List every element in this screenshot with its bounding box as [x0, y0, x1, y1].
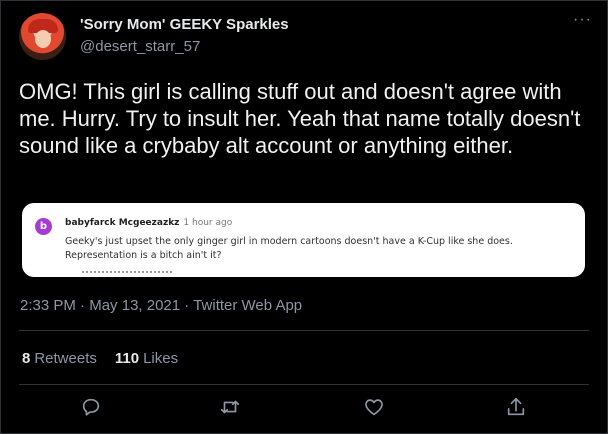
- retweets-stat[interactable]: 8 Retweets: [22, 350, 97, 367]
- author-display-name[interactable]: 'Sorry Mom' GEEKY Sparkles: [80, 16, 289, 33]
- tweet-header: 'Sorry Mom' GEEKY Sparkles @desert_starr…: [19, 12, 592, 63]
- tweet-time[interactable]: 2:33 PM: [20, 297, 76, 314]
- comment-age: 1 hour ago: [183, 218, 233, 228]
- comment-avatar: b: [35, 218, 52, 235]
- tweet-date[interactable]: May 13, 2021: [89, 297, 180, 314]
- likes-label: Likes: [143, 350, 179, 367]
- avatar-face: [35, 30, 51, 48]
- retweet-icon[interactable]: [219, 396, 241, 418]
- share-icon[interactable]: [505, 396, 527, 418]
- more-dots-icon[interactable]: ···: [573, 12, 592, 28]
- comment-author: babyfarck Mcgeezazkz: [65, 218, 180, 228]
- cropped-text-edge: [82, 271, 172, 277]
- meta-separator: ·: [80, 297, 86, 314]
- reply-icon[interactable]: [80, 396, 102, 418]
- tweet-timestamp: 2:33 PM · May 13, 2021 · Twitter Web App: [20, 297, 302, 314]
- divider: [19, 384, 589, 385]
- author-handle[interactable]: @desert_starr_57: [80, 38, 200, 55]
- action-bar: [0, 396, 608, 426]
- embedded-screenshot[interactable]: b babyfarck Mcgeezazkz 1 hour ago Geeky's…: [22, 203, 585, 277]
- author-avatar[interactable]: [19, 13, 66, 60]
- tweet-source[interactable]: Twitter Web App: [193, 297, 302, 314]
- comment-text-line-2: Representation is a bitch ain't it?: [65, 250, 222, 261]
- comment-text-line-1: Geeky's just upset the only ginger girl …: [65, 236, 513, 247]
- heart-icon[interactable]: [363, 396, 385, 418]
- divider: [19, 330, 589, 331]
- tweet-text: OMG! This girl is calling stuff out and …: [19, 79, 581, 158]
- comment-author-line: babyfarck Mcgeezazkz 1 hour ago: [65, 218, 232, 228]
- tweet-stats: 8 Retweets 110 Likes: [22, 350, 178, 367]
- retweets-count: 8: [22, 350, 31, 367]
- likes-count: 110: [114, 350, 140, 367]
- likes-stat[interactable]: 110 Likes: [115, 350, 178, 367]
- meta-separator: ·: [184, 297, 190, 314]
- retweets-label: Retweets: [34, 350, 97, 367]
